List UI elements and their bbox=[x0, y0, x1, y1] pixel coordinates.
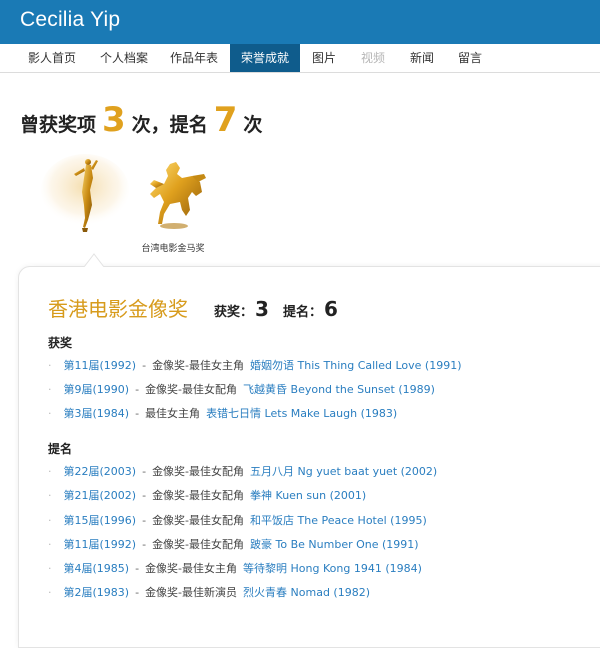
nav-bar: 影人首页 个人档案 作品年表 荣誉成就 图片 视频 新闻 留言 bbox=[0, 44, 600, 73]
session-link[interactable]: 第4届(1985) bbox=[64, 562, 130, 575]
session-link[interactable]: 第15届(1996) bbox=[64, 514, 137, 527]
category-text: 金像奖-最佳新演员 bbox=[145, 586, 238, 599]
film-link[interactable]: 飞越黄昏 Beyond the Sunset (1989) bbox=[243, 383, 435, 396]
tab-honors[interactable]: 荣誉成就 bbox=[230, 44, 300, 72]
separator: - bbox=[142, 538, 147, 551]
golden-horse-trophy-icon bbox=[150, 162, 206, 229]
session-link[interactable]: 第11届(1992) bbox=[64, 538, 137, 551]
separator: - bbox=[135, 586, 140, 599]
list-item: · 第4届(1985) - 金像奖-最佳女主角 等待黎明 Hong Kong 1941 … bbox=[48, 561, 422, 577]
app-header: Cecilia Yip bbox=[0, 0, 600, 44]
film-link[interactable]: 婚姻勿语 This Thing Called Love (1991) bbox=[250, 359, 461, 372]
noms-value: 6 bbox=[324, 297, 338, 321]
category-text: 金像奖-最佳女配角 bbox=[145, 383, 238, 396]
app-title[interactable]: Cecilia Yip bbox=[20, 8, 120, 32]
award-caption-golden-horse[interactable]: 台湾电影金马奖 bbox=[128, 241, 218, 254]
wins-label: 获奖： bbox=[214, 305, 254, 320]
nominated-heading: 提名 bbox=[48, 442, 73, 456]
bullet: · bbox=[48, 465, 52, 478]
bullet: · bbox=[48, 538, 52, 551]
nominations-count: 7 bbox=[213, 100, 238, 140]
bullet: · bbox=[48, 514, 52, 527]
category-text: 金像奖-最佳女配角 bbox=[152, 465, 245, 478]
separator: - bbox=[135, 407, 140, 420]
award-card-hkfa[interactable] bbox=[38, 150, 132, 240]
summary-suffix: 次 bbox=[243, 114, 263, 136]
film-link[interactable]: 等待黎明 Hong Kong 1941 (1984) bbox=[243, 562, 422, 575]
session-link[interactable]: 第9届(1990) bbox=[64, 383, 130, 396]
category-text: 最佳女主角 bbox=[145, 407, 201, 420]
separator: - bbox=[142, 359, 147, 372]
award-card-golden-horse[interactable] bbox=[140, 158, 210, 234]
section-title: 香港电影金像奖 bbox=[48, 299, 188, 321]
separator: - bbox=[135, 562, 140, 575]
tab-news[interactable]: 新闻 bbox=[404, 44, 440, 72]
film-link[interactable]: 和平饭店 The Peace Hotel (1995) bbox=[250, 514, 427, 527]
session-link[interactable]: 第11届(1992) bbox=[64, 359, 137, 372]
film-link[interactable]: 五月八月 Ng yuet baat yuet (2002) bbox=[250, 465, 437, 478]
bullet: · bbox=[48, 383, 52, 396]
session-link[interactable]: 第22届(2003) bbox=[64, 465, 137, 478]
panel-pointer bbox=[72, 253, 112, 268]
wins-value: 3 bbox=[255, 297, 269, 321]
film-link[interactable]: 拳神 Kuen sun (2001) bbox=[250, 489, 366, 502]
won-heading: 获奖 bbox=[48, 336, 73, 350]
tab-messages[interactable]: 留言 bbox=[452, 44, 488, 72]
separator: - bbox=[135, 383, 140, 396]
section-wins-stat: 获奖： 3 bbox=[214, 297, 269, 321]
list-item: · 第9届(1990) - 金像奖-最佳女配角 飞越黄昏 Beyond the Suns… bbox=[48, 382, 435, 398]
bullet: · bbox=[48, 562, 52, 575]
summary-prefix: 曾获奖项 bbox=[20, 114, 97, 136]
bullet: · bbox=[48, 359, 52, 372]
category-text: 金像奖-最佳女配角 bbox=[152, 514, 245, 527]
film-link[interactable]: 表错七日情 Lets Make Laugh (1983) bbox=[206, 407, 397, 420]
list-item: · 第21届(2002) - 金像奖-最佳女配角 拳神 Kuen sun (2001) bbox=[48, 488, 366, 504]
film-link[interactable]: 跛豪 To Be Number One (1991) bbox=[250, 538, 419, 551]
category-text: 金像奖-最佳女主角 bbox=[152, 359, 245, 372]
separator: - bbox=[142, 465, 147, 478]
bullet: · bbox=[48, 586, 52, 599]
category-text: 金像奖-最佳女配角 bbox=[152, 538, 245, 551]
bullet: · bbox=[48, 489, 52, 502]
film-link[interactable]: 烈火青春 Nomad (1982) bbox=[243, 586, 370, 599]
noms-label: 提名： bbox=[283, 305, 323, 320]
tab-profile[interactable]: 个人档案 bbox=[90, 44, 158, 72]
list-item: · 第11届(1992) - 金像奖-最佳女主角 婚姻勿语 This Thing Cal… bbox=[48, 358, 462, 374]
session-link[interactable]: 第21届(2002) bbox=[64, 489, 137, 502]
list-item: · 第15届(1996) - 金像奖-最佳女配角 和平饭店 The Peace Hote… bbox=[48, 513, 427, 529]
bullet: · bbox=[48, 407, 52, 420]
tab-photos[interactable]: 图片 bbox=[306, 44, 342, 72]
summary-mid: 次，提名 bbox=[131, 114, 208, 136]
session-link[interactable]: 第2届(1983) bbox=[64, 586, 130, 599]
list-item: · 第11届(1992) - 金像奖-最佳女配角 跛豪 To Be Number One… bbox=[48, 537, 419, 553]
separator: - bbox=[142, 514, 147, 527]
awards-summary: 曾获奖项 3 次，提名 7 次 bbox=[20, 100, 262, 140]
list-item: · 第22届(2003) - 金像奖-最佳女配角 五月八月 Ng yuet baat y… bbox=[48, 464, 437, 480]
hong-kong-film-award-trophy-icon bbox=[41, 154, 129, 232]
tab-videos: 视频 bbox=[360, 51, 385, 65]
separator: - bbox=[142, 489, 147, 502]
wins-count: 3 bbox=[102, 100, 126, 140]
category-text: 金像奖-最佳女配角 bbox=[152, 489, 245, 502]
list-item: · 第3届(1984) - 最佳女主角 表错七日情 Lets Make Laugh (1… bbox=[48, 406, 397, 422]
tab-home[interactable]: 影人首页 bbox=[18, 44, 86, 72]
tab-filmography[interactable]: 作品年表 bbox=[160, 44, 228, 72]
section-noms-stat: 提名： 6 bbox=[283, 297, 338, 321]
category-text: 金像奖-最佳女主角 bbox=[145, 562, 238, 575]
session-link[interactable]: 第3届(1984) bbox=[64, 407, 130, 420]
list-item: · 第2届(1983) - 金像奖-最佳新演员 烈火青春 Nomad (1982) bbox=[48, 585, 370, 601]
